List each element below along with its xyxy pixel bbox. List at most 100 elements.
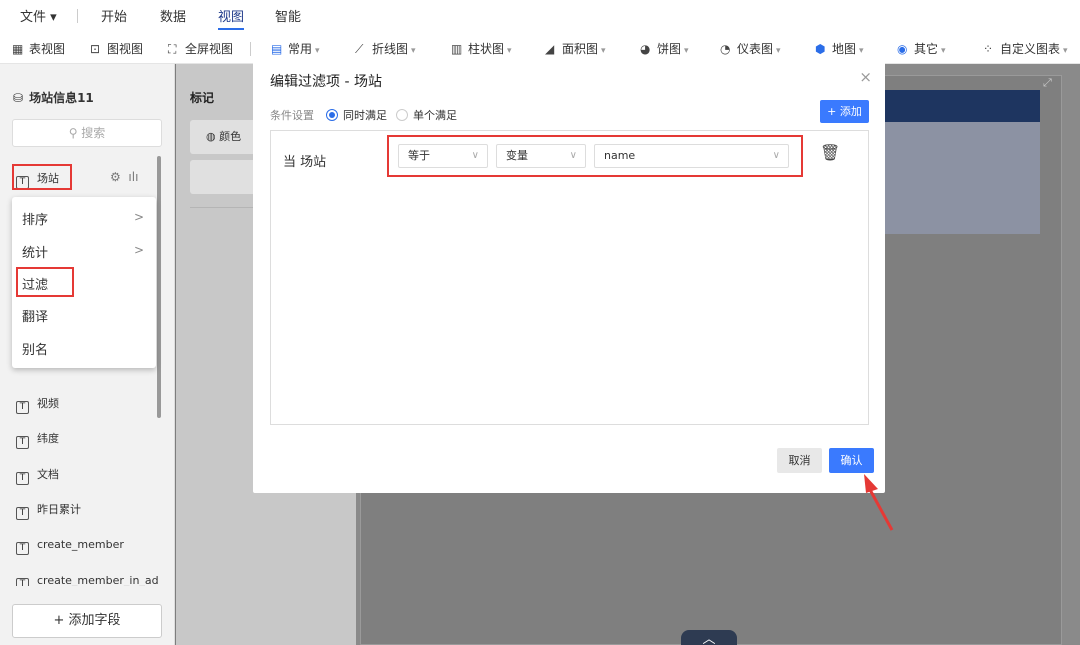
field-actions: ⚙ ılı — [110, 170, 138, 184]
field-item-latitude[interactable]: T纬度 — [16, 430, 59, 449]
area-chart-label: 面积图 — [562, 42, 598, 56]
radio-label: 同时满足 — [343, 109, 387, 122]
field-label: 视频 — [37, 397, 59, 410]
field-search-input[interactable]: ⚲ 搜索 — [12, 119, 162, 147]
menu-start[interactable]: 开始 — [101, 6, 127, 25]
field-item-yesterday-total[interactable]: T昨日累计 — [16, 501, 81, 520]
dataset-title-label: 场站信息11 — [29, 91, 94, 105]
add-field-button[interactable]: + 添加字段 — [12, 604, 162, 638]
text-field-icon: T — [16, 578, 29, 586]
common-dropdown[interactable]: ▤常用▾ — [271, 40, 320, 57]
area-chart-icon: ◢ — [545, 42, 559, 56]
search-placeholder: 搜索 — [81, 126, 105, 140]
gauge-icon: ◔ — [720, 42, 734, 56]
common-icon: ▤ — [271, 42, 285, 56]
value-select[interactable]: name ∨ — [594, 144, 789, 168]
add-condition-button[interactable]: + 添加 — [820, 100, 869, 123]
line-chart-label: 折线图 — [372, 42, 408, 56]
settings-icon[interactable]: ⚙ — [110, 170, 121, 184]
pie-chart-icon: ◕ — [640, 42, 654, 56]
line-chart-dropdown[interactable]: ⟋折线图▾ — [355, 40, 416, 57]
field-label: create_member_in_ad — [37, 574, 159, 586]
operator-select[interactable]: 等于∨ — [398, 144, 488, 168]
field-label: 文档 — [37, 468, 59, 481]
add-label: 添加 — [840, 105, 862, 118]
radio-unchecked-icon — [396, 109, 408, 121]
value-text: name — [604, 149, 635, 162]
text-field-icon: T — [16, 472, 29, 485]
palette-icon: ◍ — [206, 130, 219, 143]
menu-item-statistics[interactable]: 统计 — [22, 242, 48, 261]
custom-chart-icon: ⁘ — [983, 42, 997, 56]
bar-chart-icon: ▥ — [451, 42, 465, 56]
menu-divider — [77, 9, 78, 23]
chart-view-icon: ⊡ — [90, 42, 104, 56]
chart-view-label: 图视图 — [107, 42, 143, 56]
menu-data[interactable]: 数据 — [160, 6, 186, 25]
radio-label: 单个满足 — [413, 109, 457, 122]
plus-icon: + — [53, 613, 68, 628]
color-label: 颜色 — [219, 130, 241, 143]
chevron-down-icon: ∨ — [570, 145, 577, 167]
common-label: 常用 — [288, 42, 312, 56]
custom-chart-label: 自定义图表 — [1000, 42, 1060, 56]
search-icon: ⚲ — [69, 126, 82, 140]
other-dropdown[interactable]: ◉其它▾ — [897, 40, 946, 57]
bar-chart-label: 柱状图 — [468, 42, 504, 56]
expand-icon[interactable]: ⤢ — [1043, 76, 1052, 90]
menu-item-sort[interactable]: 排序 — [22, 209, 48, 228]
marks-title: 标记 — [190, 89, 214, 106]
field-item-video[interactable]: T 视频 — [16, 395, 59, 414]
confirm-button[interactable]: 确认 — [829, 448, 874, 473]
delete-icon[interactable]: 🗑 — [820, 143, 840, 162]
value-type-select[interactable]: 变量∨ — [496, 144, 586, 168]
other-label: 其它 — [914, 42, 938, 56]
menu-smart[interactable]: 智能 — [275, 6, 301, 25]
condition-label: 条件设置 — [270, 107, 314, 123]
condition-field-label: 当 场站 — [283, 151, 326, 170]
radio-checked-icon — [326, 109, 338, 121]
menu-item-translate[interactable]: 翻译 — [22, 306, 48, 325]
condition-list: 当 场站 等于∨ 变量∨ name ∨ 🗑 — [270, 130, 869, 425]
text-field-icon: T — [16, 401, 29, 414]
bar-chart-dropdown[interactable]: ▥柱状图▾ — [451, 40, 512, 57]
field-item-document[interactable]: T 文档 — [16, 466, 59, 485]
fullscreen-view-label: 全屏视图 — [185, 42, 233, 56]
menu-item-alias[interactable]: 别名 — [22, 339, 48, 358]
field-scrollbar[interactable] — [157, 156, 161, 418]
fullscreen-view-button[interactable]: ⛶全屏视图 — [168, 40, 233, 57]
gauge-chart-label: 仪表图 — [737, 42, 773, 56]
custom-chart-dropdown[interactable]: ⁘自定义图表▾ — [983, 40, 1068, 57]
chevron-down-icon: ∨ — [773, 145, 780, 167]
field-item-create-member[interactable]: Tcreate_member — [16, 538, 124, 555]
filter-dialog: 编辑过滤项 - 场站 × 条件设置 同时满足 单个满足 + 添加 当 场站 等于… — [253, 58, 885, 493]
close-icon[interactable]: × — [859, 68, 872, 86]
fullscreen-icon: ⛶ — [168, 42, 182, 57]
map-chart-dropdown[interactable]: ⬢地图▾ — [815, 40, 864, 57]
chevron-right-icon: > — [134, 243, 144, 257]
line-chart-icon: ⟋ — [355, 42, 369, 57]
chart-view-button[interactable]: ⊡图视图 — [90, 40, 143, 57]
radio-all-match[interactable]: 同时满足 — [326, 107, 387, 123]
radio-single-match[interactable]: 单个满足 — [396, 107, 457, 123]
field-label: create_member — [37, 538, 124, 551]
map-pin-icon: ⬢ — [815, 42, 829, 56]
highlight-box — [12, 164, 72, 190]
gauge-chart-dropdown[interactable]: ◔仪表图▾ — [720, 40, 781, 57]
plus-icon: + — [827, 105, 840, 118]
chevron-up-icon[interactable]: ︿ — [681, 630, 737, 645]
field-label: 纬度 — [37, 432, 59, 445]
menu-file[interactable]: 文件 ▾ — [20, 6, 57, 25]
column-icon[interactable]: ılı — [128, 170, 138, 184]
field-item-create-member-in-ad[interactable]: Tcreate_member_in_ad — [16, 574, 159, 586]
table-header-bar — [880, 90, 1040, 122]
pie-chart-label: 饼图 — [657, 42, 681, 56]
menu-view[interactable]: 视图 — [218, 6, 244, 25]
cancel-button[interactable]: 取消 — [777, 448, 822, 473]
field-label: 昨日累计 — [37, 503, 81, 516]
pie-chart-dropdown[interactable]: ◕饼图▾ — [640, 40, 689, 57]
dialog-title: 编辑过滤项 - 场站 — [270, 71, 382, 91]
add-field-label: 添加字段 — [69, 613, 121, 628]
table-view-button[interactable]: ▦表视图 — [12, 40, 65, 57]
area-chart-dropdown[interactable]: ◢面积图▾ — [545, 40, 606, 57]
